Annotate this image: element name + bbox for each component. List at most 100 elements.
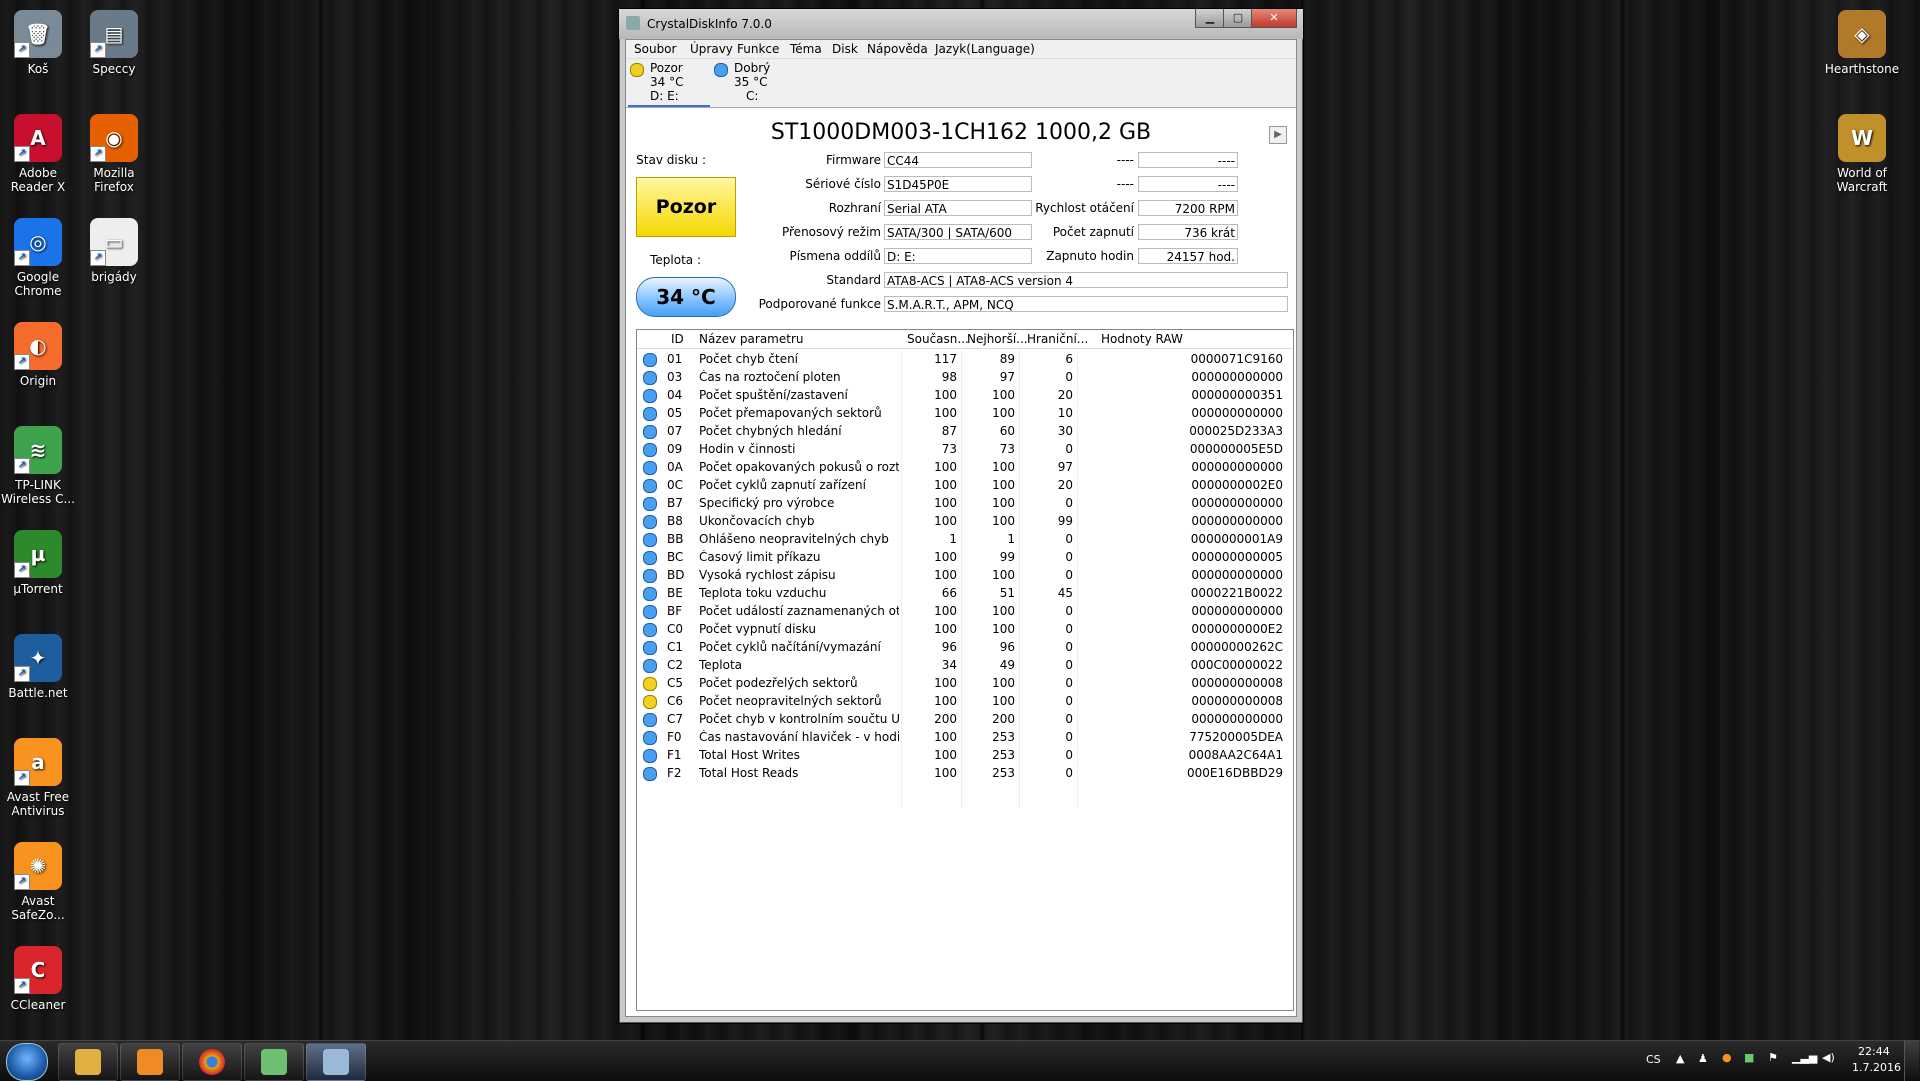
close-button[interactable]: ✕ xyxy=(1251,9,1297,28)
table-row[interactable]: BF Počet událostí zaznamenaných otřesový.… xyxy=(637,602,1293,620)
attribute-worst: 60 xyxy=(999,424,1015,438)
table-row[interactable]: B7 Specifický pro výrobce 100 100 0 000000000… xyxy=(637,494,1293,512)
table-row[interactable]: BB Ohlášeno neopravitelných chyb 1 1 0 000000… xyxy=(637,530,1293,548)
attribute-id: 05 xyxy=(667,406,683,420)
taskbar-media-player[interactable] xyxy=(120,1043,180,1081)
desktop-shortcut[interactable]: a ↗ Avast Free Antivirus xyxy=(0,738,76,818)
table-row[interactable]: C0 Počet vypnutí disku 100 100 0 0000000000E2 xyxy=(637,620,1293,638)
menu-upravy[interactable]: Úpravy xyxy=(690,42,733,56)
attribute-raw: 000000000000 xyxy=(1191,370,1283,384)
table-row[interactable]: 0C Počet cyklů zapnutí zařízení 100 100 20 00… xyxy=(637,476,1293,494)
tray-signal-icon[interactable]: ▁▃▅ xyxy=(1792,1051,1817,1064)
attribute-name: Total Host Writes xyxy=(699,748,800,762)
attribute-worst: 97 xyxy=(999,370,1015,384)
menu-napoveda[interactable]: Nápověda xyxy=(867,42,928,56)
table-row[interactable]: 07 Počet chybných hledání 87 60 30 000025D233… xyxy=(637,422,1293,440)
clock-time[interactable]: 22:44 xyxy=(1858,1045,1890,1058)
desktop-shortcut[interactable]: ✦ ↗ Battle.net xyxy=(0,634,76,700)
table-row[interactable]: 0A Počet opakovaných pokusů o roztočení p… xyxy=(637,458,1293,476)
desktop-shortcut[interactable]: W World of Warcraft xyxy=(1824,114,1900,194)
tray-volume-icon[interactable]: ◀) xyxy=(1822,1051,1835,1064)
taskbar-explorer[interactable] xyxy=(58,1043,118,1081)
table-row[interactable]: C5 Počet podezřelých sektorů 100 100 0 000000… xyxy=(637,674,1293,692)
attribute-current: 100 xyxy=(934,766,957,780)
table-row[interactable]: C2 Teplota 34 49 0 000C00000022 xyxy=(637,656,1293,674)
taskbar-crystaldiskinfo[interactable] xyxy=(306,1043,366,1081)
table-row[interactable]: F2 Total Host Reads 100 253 0 000E16DBBD29 xyxy=(637,764,1293,782)
menu-funkce[interactable]: Funkce xyxy=(737,42,779,56)
desktop-shortcut[interactable]: ▤ ↗ Speccy xyxy=(76,10,152,76)
chrome-icon xyxy=(199,1049,225,1075)
col-name[interactable]: Název parametru xyxy=(699,332,804,346)
table-row[interactable]: 03 Čas na roztočení ploten 98 97 0 0000000000… xyxy=(637,368,1293,386)
attribute-name: Počet vypnutí disku xyxy=(699,622,816,636)
desktop-shortcut[interactable]: ✺ ↗ Avast SafeZo... xyxy=(0,842,76,922)
show-desktop-button[interactable] xyxy=(1904,1041,1919,1081)
maximize-button[interactable]: ▢ xyxy=(1223,9,1253,28)
start-button[interactable] xyxy=(6,1043,48,1081)
col-current[interactable]: Současn... xyxy=(907,332,969,346)
attribute-id: F1 xyxy=(667,748,682,762)
desktop-shortcut[interactable]: ◉ ↗ Mozilla Firefox xyxy=(76,114,152,194)
tray-expand-icon[interactable]: ▲ xyxy=(1676,1052,1684,1065)
menu-tema[interactable]: Téma xyxy=(790,42,822,56)
health-status-badge[interactable]: Pozor xyxy=(636,177,736,237)
tray-flag-icon[interactable]: ⚑ xyxy=(1768,1051,1778,1064)
hearthstone-icon: ◈ xyxy=(1838,10,1886,58)
disk-tab-1[interactable]: Pozor 34 °C D: E: xyxy=(628,59,710,107)
attribute-id: BE xyxy=(667,586,683,600)
table-row[interactable]: BE Teplota toku vzduchu 66 51 45 0000221B0022 xyxy=(637,584,1293,602)
next-disk-arrow-icon[interactable]: ▶ xyxy=(1269,126,1287,144)
col-worst[interactable]: Nejhorší... xyxy=(967,332,1028,346)
taskbar-chrome[interactable] xyxy=(182,1043,242,1081)
tray-avast-icon[interactable]: ● xyxy=(1722,1051,1732,1064)
table-row[interactable]: C7 Počet chyb v kontrolním součtu UltraDM… xyxy=(637,710,1293,728)
attribute-threshold: 0 xyxy=(1065,604,1073,618)
col-raw[interactable]: Hodnoty RAW xyxy=(1101,332,1183,346)
col-threshold[interactable]: Hraniční... xyxy=(1027,332,1088,346)
tray-network-tools-icon[interactable]: ♟ xyxy=(1698,1052,1708,1065)
taskbar-speccy[interactable] xyxy=(244,1043,304,1081)
smart-attributes-table[interactable]: ID Název parametru Současn... Nejhorší..… xyxy=(636,329,1294,1011)
minimize-button[interactable]: ▁ xyxy=(1195,9,1225,28)
desktop-shortcut[interactable]: ◐ ↗ Origin xyxy=(0,322,76,388)
table-row[interactable]: 01 Počet chyb čtení 117 89 6 0000071C9160 xyxy=(637,350,1293,368)
attribute-worst: 100 xyxy=(992,388,1015,402)
table-row[interactable]: C1 Počet cyklů načítání/vymazání 96 96 0 0000… xyxy=(637,638,1293,656)
desktop-shortcut[interactable]: ◈ Hearthstone xyxy=(1824,10,1900,76)
desktop-shortcut[interactable]: C ↗ CCleaner xyxy=(0,946,76,1012)
desktop-shortcut-label: Google Chrome xyxy=(14,270,62,298)
attribute-raw: 0008AA2C64A1 xyxy=(1188,748,1283,762)
table-row[interactable]: C6 Počet neopravitelných sektorů 100 100 0 00… xyxy=(637,692,1293,710)
menu-disk[interactable]: Disk xyxy=(832,42,858,56)
table-row[interactable]: 04 Počet spuštění/zastavení 100 100 20 000000… xyxy=(637,386,1293,404)
table-row[interactable]: BD Vysoká rychlost zápisu 100 100 0 000000000… xyxy=(637,566,1293,584)
menu-jazyk[interactable]: Jazyk(Language) xyxy=(935,42,1035,56)
attribute-id: 07 xyxy=(667,424,683,438)
disk-tab-2[interactable]: Dobrý 35 °C C: xyxy=(712,59,784,105)
attribute-threshold: 0 xyxy=(1065,550,1073,564)
attribute-name: Počet chyb čtení xyxy=(699,352,799,366)
attribute-name: Počet opakovaných pokusů o roztočení p..… xyxy=(699,460,899,474)
table-row[interactable]: F0 Čas nastavování hlaviček - v hodinách 1… xyxy=(637,728,1293,746)
desktop-shortcut[interactable]: ◎ ↗ Google Chrome xyxy=(0,218,76,298)
menu-soubor[interactable]: Soubor xyxy=(634,42,676,56)
table-row[interactable]: F1 Total Host Writes 100 253 0 0008AA2C64A1 xyxy=(637,746,1293,764)
desktop-shortcut[interactable]: ▭ ↗ brigády xyxy=(76,218,152,284)
table-row[interactable]: 09 Hodin v činnosti 73 73 0 000000005E5D xyxy=(637,440,1293,458)
desktop-shortcut[interactable]: ≋ ↗ TP-LINK Wireless C... xyxy=(0,426,76,506)
table-row[interactable]: B8 Ukončovacích chyb 100 100 99 000000000000 xyxy=(637,512,1293,530)
desktop-shortcut[interactable]: µ ↗ µTorrent xyxy=(0,530,76,596)
attribute-raw: 000000000000 xyxy=(1191,460,1283,474)
table-row[interactable]: BC Časový limit příkazu 100 99 0 000000000005 xyxy=(637,548,1293,566)
title-bar[interactable]: CrystalDiskInfo 7.0.0 ▁ ▢ ✕ xyxy=(619,9,1303,39)
disk-1-temp: 34 °C xyxy=(650,75,684,89)
tray-disk-status-icon[interactable]: ■ xyxy=(1744,1051,1754,1064)
table-row[interactable]: 05 Počet přemapovaných sektorů 100 100 10 000… xyxy=(637,404,1293,422)
good-status-dot-icon xyxy=(643,623,657,637)
desktop-shortcut[interactable]: A ↗ Adobe Reader X xyxy=(0,114,76,194)
col-id[interactable]: ID xyxy=(671,332,684,346)
desktop-shortcut[interactable]: 🗑 ↗ Koš xyxy=(0,10,76,76)
clock-date[interactable]: 1.7.2016 xyxy=(1852,1061,1901,1074)
language-indicator[interactable]: CS xyxy=(1646,1053,1661,1066)
